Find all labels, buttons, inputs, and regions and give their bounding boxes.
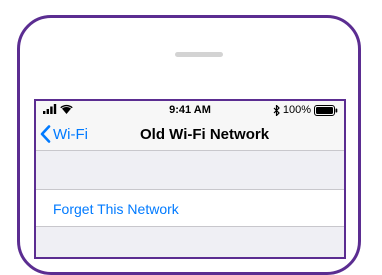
status-bar: 9:41 AM 100% — [36, 101, 344, 119]
back-button-label: Wi-Fi — [53, 125, 88, 143]
chevron-left-icon — [40, 125, 51, 143]
battery-icon — [314, 104, 338, 116]
forget-network-label: Forget This Network — [53, 201, 179, 217]
page-title: Old Wi-Fi Network — [140, 126, 270, 143]
navigation-bar: Wi-Fi Old Wi-Fi Network — [36, 119, 344, 151]
section-spacer — [36, 151, 344, 189]
forget-network-button[interactable]: Forget This Network — [36, 189, 344, 227]
phone-screen: 9:41 AM 100% Wi-Fi Old Wi-Fi Network For… — [34, 99, 346, 259]
status-right: 100% — [273, 104, 338, 116]
bluetooth-icon — [273, 104, 280, 116]
battery-percent: 100% — [282, 104, 311, 116]
back-button[interactable]: Wi-Fi — [40, 125, 88, 143]
earpiece-speaker — [175, 52, 223, 57]
